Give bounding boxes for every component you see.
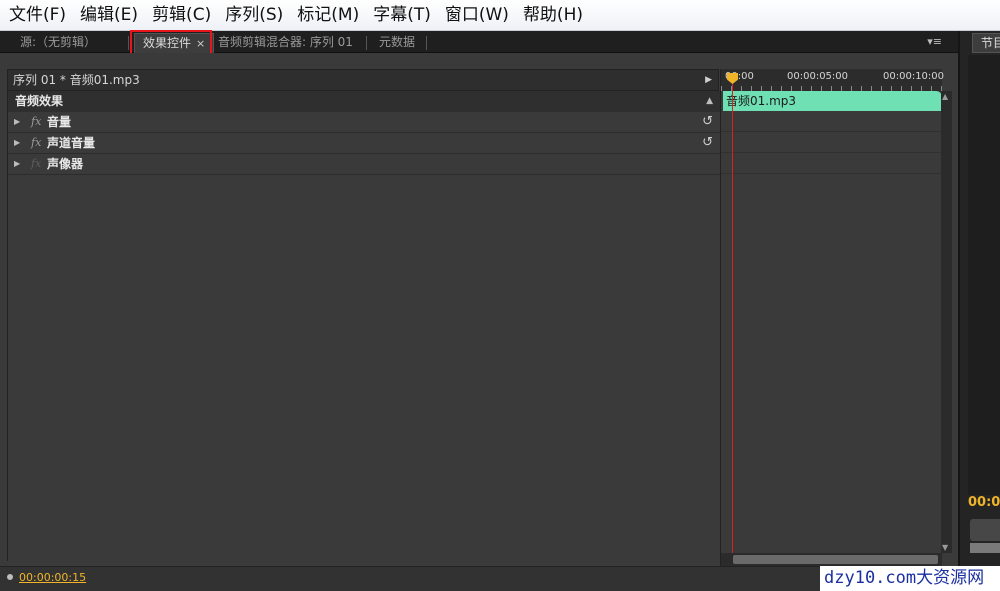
fx-icon: fx xyxy=(31,115,42,128)
tab-source[interactable]: 源:（无剪辑） xyxy=(12,33,104,53)
keyframe-lane[interactable] xyxy=(721,153,942,174)
menu-window[interactable]: 窗口(W) xyxy=(438,0,516,31)
effect-timeline: 00:00 00:00:05:00 00:00:10:00 音频01.mp3 ▲… xyxy=(720,69,952,566)
tab-metadata[interactable]: 元数据 xyxy=(371,33,423,53)
tab-divider xyxy=(366,36,367,50)
effect-name: 音量 xyxy=(47,115,72,129)
effect-row-panner[interactable]: ▶ fx 声像器 xyxy=(8,154,720,175)
current-timecode[interactable]: 00:00:00:15 xyxy=(19,571,86,584)
effect-row-channel-volume[interactable]: ▶ fx 声道音量 ↺ xyxy=(8,133,720,154)
sequence-clip-label: 序列 01 * 音频01.mp3 xyxy=(13,73,140,87)
tab-effect-controls[interactable]: 效果控件 × xyxy=(134,33,215,53)
menu-clip[interactable]: 剪辑(C) xyxy=(145,0,218,31)
ruler-label: 00:00:05:00 xyxy=(787,71,849,82)
program-video-area xyxy=(968,55,1000,495)
scroll-down-icon[interactable]: ▼ xyxy=(942,543,948,552)
close-icon[interactable]: × xyxy=(196,37,205,50)
expand-triangle-icon[interactable]: ▶ xyxy=(14,154,20,174)
panel-tab-strip: 源:（无剪辑） 效果控件 × 音频剪辑混合器: 序列 01 元数据 ▾≡ xyxy=(0,31,958,53)
sequence-clip-bar[interactable]: 序列 01 * 音频01.mp3 ▶ xyxy=(7,69,719,91)
menu-edit[interactable]: 编辑(E) xyxy=(73,0,145,31)
effect-name: 声像器 xyxy=(47,157,84,171)
program-timecode[interactable]: 00:00 xyxy=(968,495,1000,510)
status-dot-icon xyxy=(7,574,13,580)
menu-bar: 文件(F) 编辑(E) 剪辑(C) 序列(S) 标记(M) 字幕(T) 窗口(W… xyxy=(0,0,1000,31)
time-ruler[interactable]: 00:00 00:00:05:00 00:00:10:00 xyxy=(721,69,945,91)
reset-icon[interactable]: ↺ xyxy=(702,112,713,132)
expand-triangle-icon[interactable]: ▶ xyxy=(14,133,20,153)
expand-triangle-icon[interactable]: ▶ xyxy=(14,112,20,132)
playhead-line[interactable] xyxy=(732,75,733,560)
audio-clip[interactable]: 音频01.mp3 xyxy=(723,91,942,111)
collapse-up-icon[interactable]: ▲ xyxy=(706,91,713,112)
panel-menu-icon[interactable]: ▾≡ xyxy=(927,35,942,48)
audio-effects-title: 音频效果 xyxy=(15,94,64,108)
effect-controls-panel: 序列 01 * 音频01.mp3 ▶ 音频效果 ▲ ▶ fx 音量 ↺ ▶ fx… xyxy=(0,53,958,566)
tab-effect-controls-label: 效果控件 xyxy=(143,36,192,50)
vertical-scrollbar[interactable]: ▲ ▼ xyxy=(941,91,952,553)
menu-title[interactable]: 字幕(T) xyxy=(366,0,438,31)
audio-clip-label: 音频01.mp3 xyxy=(726,94,797,108)
fx-icon: fx xyxy=(31,157,42,170)
status-bar: 00:00:00:15 xyxy=(0,566,958,591)
menu-help[interactable]: 帮助(H) xyxy=(516,0,590,31)
keyframe-lane[interactable] xyxy=(721,111,942,132)
scroll-up-icon[interactable]: ▲ xyxy=(942,92,948,101)
program-scrollbar[interactable] xyxy=(970,543,1000,553)
menu-marker[interactable]: 标记(M) xyxy=(290,0,366,31)
menu-sequence[interactable]: 序列(S) xyxy=(218,0,290,31)
watermark: dzy10.com大资源网 xyxy=(820,566,1000,591)
program-time-ruler[interactable] xyxy=(970,519,1000,541)
audio-effects-header: 音频效果 ▲ xyxy=(8,91,720,112)
tab-audio-clip-mixer[interactable]: 音频剪辑混合器: 序列 01 xyxy=(210,33,361,53)
tab-program[interactable]: 节目 xyxy=(972,33,1000,53)
keyframe-lane[interactable] xyxy=(721,132,942,153)
menu-file[interactable]: 文件(F) xyxy=(2,0,73,31)
horizontal-scrollbar[interactable] xyxy=(721,553,942,566)
fx-icon: fx xyxy=(31,136,42,149)
effect-row-volume[interactable]: ▶ fx 音量 ↺ xyxy=(8,112,720,133)
play-arrow-icon[interactable]: ▶ xyxy=(705,70,712,90)
ruler-label: 00:00:10:00 xyxy=(883,71,945,82)
effect-name: 声道音量 xyxy=(47,136,96,150)
tab-divider xyxy=(128,36,129,50)
program-monitor-panel: 节目 00:00 xyxy=(958,31,1000,591)
tab-divider xyxy=(426,36,427,50)
effects-list: 音频效果 ▲ ▶ fx 音量 ↺ ▶ fx 声道音量 ↺ ▶ fx 声像器 xyxy=(7,91,720,561)
reset-icon[interactable]: ↺ xyxy=(702,133,713,153)
scrollbar-thumb[interactable] xyxy=(733,555,938,564)
